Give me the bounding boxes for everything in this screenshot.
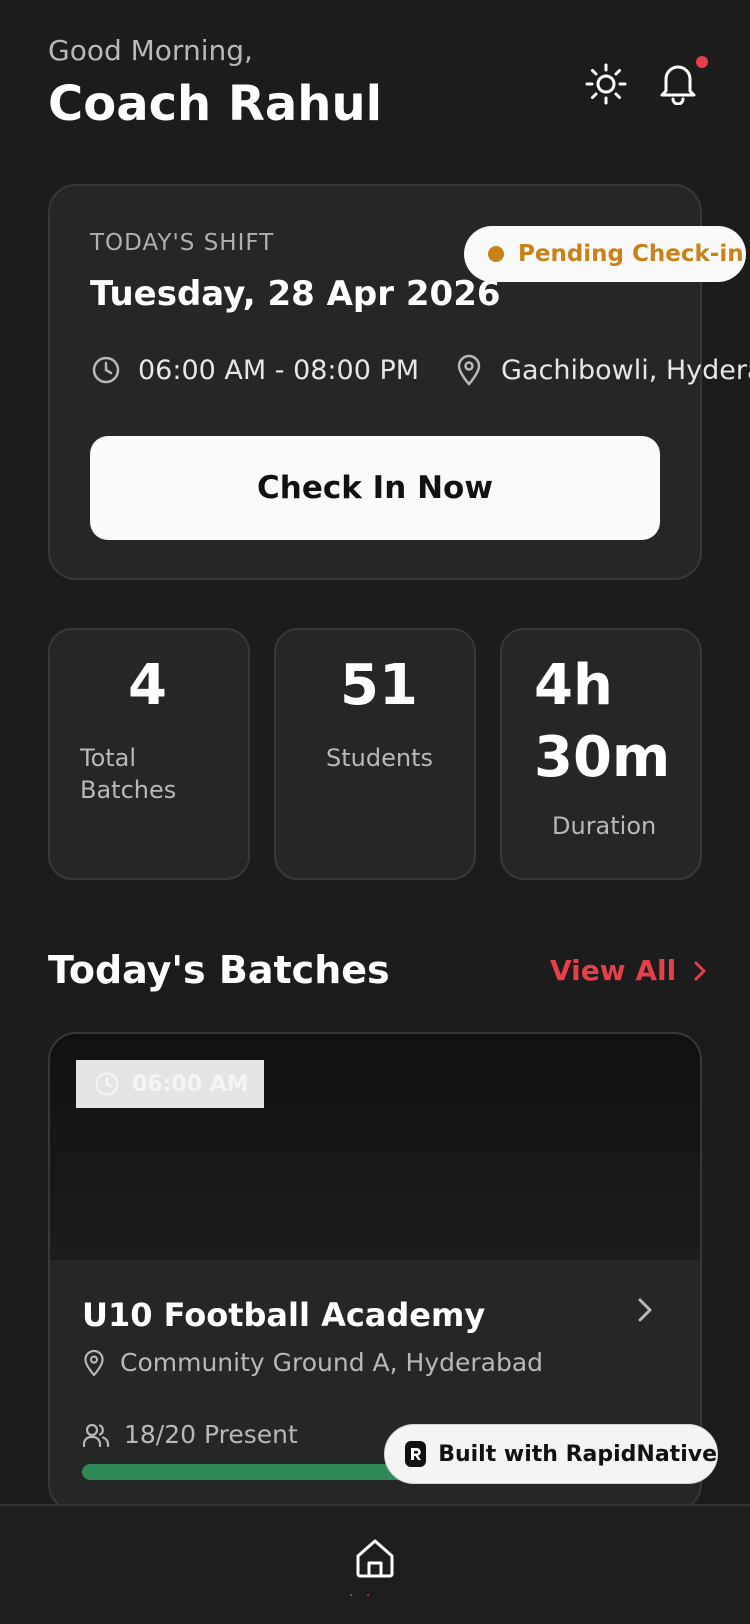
stat-card-batches: 4 Total Batches [48, 628, 250, 880]
batch-location: Community Ground A, Hyderabad [120, 1348, 544, 1377]
batch-attendance-row: 18/20 Present [82, 1420, 298, 1449]
view-all-label: View All [550, 954, 677, 987]
stat-card-students: 51 Students [274, 628, 476, 880]
active-indicator: · · [349, 1588, 375, 1604]
bottom-nav: · · [0, 1504, 750, 1624]
batch-location-row: Community Ground A, Hyderabad [82, 1348, 543, 1377]
status-badge: Pending Check-in [464, 226, 746, 282]
rapidnative-logo-icon [405, 1441, 427, 1467]
home-icon[interactable] [351, 1534, 399, 1582]
greeting-text: Good Morning, [48, 34, 253, 67]
home-screen: Good Morning, Coach Rahul TODAY'S SHIFT … [0, 0, 750, 1624]
shift-location: Gachibowli, Hyderabad [501, 354, 750, 386]
chevron-right-icon [692, 959, 708, 983]
location-pin-icon [82, 1349, 106, 1377]
stat-label: Duration [552, 812, 657, 840]
check-in-button[interactable]: Check In Now [90, 436, 660, 540]
stat-label: Batches [80, 776, 177, 804]
shift-time: 06:00 AM - 08:00 PM [138, 354, 420, 386]
stat-label: Students [326, 744, 433, 772]
stat-card-duration: 4h 30m Duration [500, 628, 702, 880]
stat-value: 4 [128, 653, 167, 718]
chevron-right-icon [636, 1296, 654, 1324]
location-pin-icon [453, 354, 485, 386]
built-with-label: Built with RapidNative [438, 1441, 717, 1467]
shift-date: Tuesday, 28 Apr 2026 [90, 274, 501, 314]
sun-icon[interactable] [582, 60, 630, 108]
batch-name: U10 Football Academy [82, 1296, 486, 1334]
stat-value: 51 [340, 653, 418, 718]
batch-time: 06:00 AM [132, 1071, 249, 1097]
batch-time-chip: 06:00 AM [76, 1060, 264, 1108]
stat-value: 4h [534, 653, 613, 718]
stat-label: Total [80, 744, 137, 772]
shift-label: TODAY'S SHIFT [90, 230, 275, 256]
clock-icon [94, 1071, 120, 1097]
notification-dot [696, 56, 708, 68]
batch-present: 18/20 Present [124, 1420, 298, 1449]
section-title: Today's Batches [48, 948, 390, 992]
coach-name: Coach Rahul [48, 76, 383, 132]
status-text: Pending Check-in [518, 241, 744, 267]
built-with-badge[interactable]: Built with RapidNative [384, 1424, 718, 1484]
view-all-link[interactable]: View All [550, 954, 708, 987]
users-icon [82, 1422, 110, 1448]
clock-icon [90, 354, 122, 386]
status-dot [488, 246, 504, 262]
shift-location-group: Gachibowli, Hyderabad [453, 354, 750, 386]
shift-details: 06:00 AM - 08:00 PM Gachibowli, Hyderaba… [90, 354, 750, 386]
stat-value: 30m [534, 725, 671, 790]
bell-icon[interactable] [654, 58, 702, 106]
